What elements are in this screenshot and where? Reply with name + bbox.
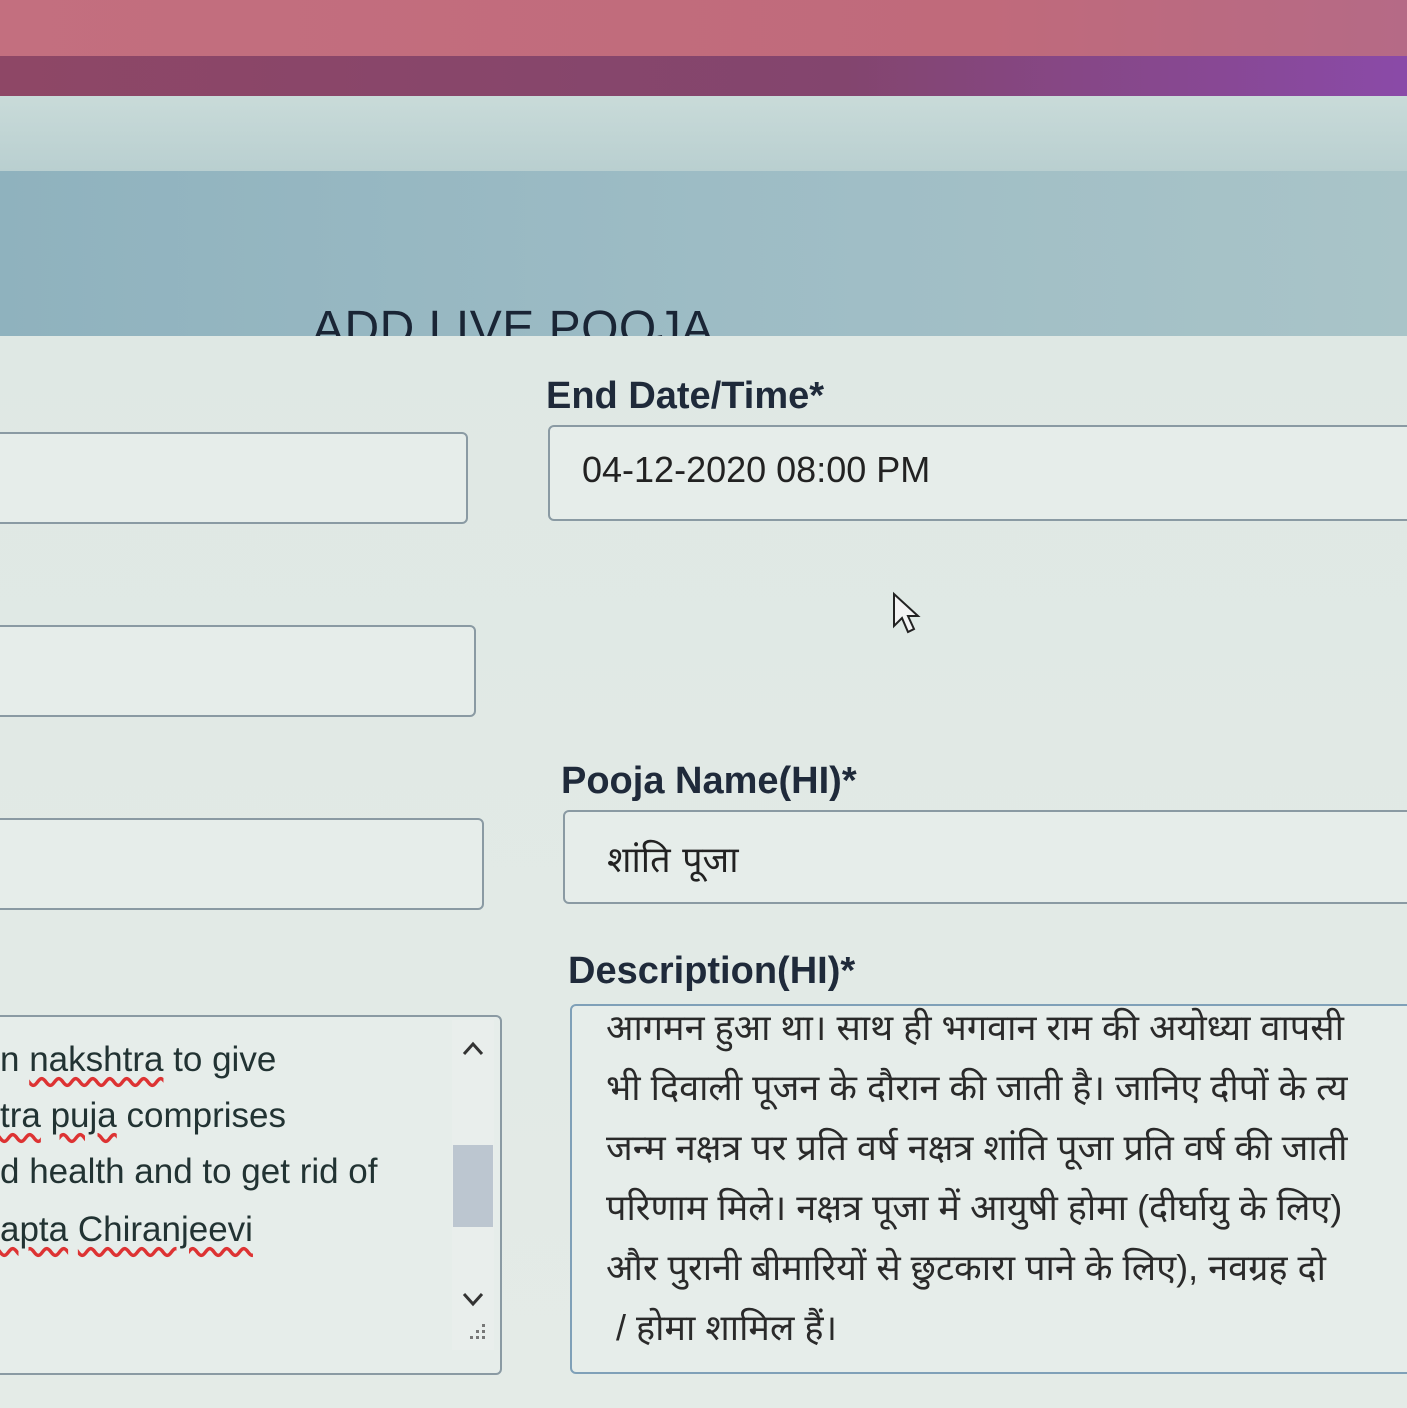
- pooja-name-hi-input[interactable]: शांति पूजा: [563, 810, 1407, 904]
- textarea-scrollbar[interactable]: [452, 1020, 494, 1350]
- end-datetime-input[interactable]: 04-12-2020 08:00 PM: [548, 425, 1407, 521]
- description-hi-line-4: परिणाम मिले। नक्षत्र पूजा में आयुषी होमा…: [606, 1187, 1343, 1228]
- modal-top-band: [0, 96, 1407, 171]
- description-hi-line-6: / होमा शामिल हैं।: [616, 1307, 838, 1348]
- end-datetime-label: End Date/Time*: [546, 375, 825, 417]
- description-en-line-1-suffix: to give: [163, 1040, 277, 1079]
- pooja-name-hi-label: Pooja Name(HI)*: [561, 760, 857, 802]
- scroll-thumb[interactable]: [453, 1145, 493, 1227]
- description-en-line-1-prefix: n: [0, 1040, 30, 1079]
- misspelled-word: tra: [0, 1096, 41, 1135]
- misspelled-word: Chiranjeevi: [77, 1210, 253, 1249]
- resize-grip-icon[interactable]: [462, 1320, 492, 1346]
- pooja-name-hi-value: शांति पूजा: [607, 840, 739, 881]
- app-topbar: [0, 56, 1407, 100]
- misspelled-word: nakshtra: [29, 1040, 164, 1079]
- misspelled-word: apta: [0, 1210, 69, 1249]
- description-hi-line-2: भी दिवाली पूजन के दौरान की जाती है। जानि…: [606, 1067, 1348, 1108]
- description-hi-label: Description(HI)*: [568, 950, 856, 992]
- description-en-line-3-text: d health and to get rid of: [0, 1152, 378, 1191]
- left-field-1[interactable]: [0, 432, 468, 524]
- browser-chrome-strip: [0, 0, 1407, 62]
- description-en-line-3: d health and to get rid of: [0, 1152, 378, 1192]
- description-en-line-2-suffix: comprises: [116, 1096, 286, 1135]
- mouse-pointer-icon: [893, 591, 921, 634]
- end-datetime-value: 04-12-2020 08:00 PM: [582, 449, 931, 490]
- description-hi-line-1: आगमन हुआ था। साथ ही भगवान राम की अयोध्या…: [606, 1007, 1344, 1048]
- chevron-down-icon[interactable]: [452, 1280, 494, 1320]
- left-field-2[interactable]: [0, 625, 476, 717]
- chevron-up-icon[interactable]: [452, 1028, 494, 1068]
- modal-header: ADD LIVE POOJA: [0, 171, 1407, 355]
- description-en-line-4: apta Chiranjeevi: [0, 1210, 253, 1250]
- left-field-3[interactable]: [0, 818, 484, 910]
- description-en-line-1: n nakshtra to give: [0, 1040, 276, 1080]
- description-en-line-2: tra puja comprises: [0, 1096, 286, 1136]
- misspelled-word: puja: [50, 1096, 117, 1135]
- description-hi-line-3: जन्म नक्षत्र पर प्रति वर्ष नक्षत्र शांति…: [606, 1127, 1348, 1168]
- description-hi-line-5: और पुरानी बीमारियों से छुटकारा पाने के ल…: [606, 1247, 1326, 1288]
